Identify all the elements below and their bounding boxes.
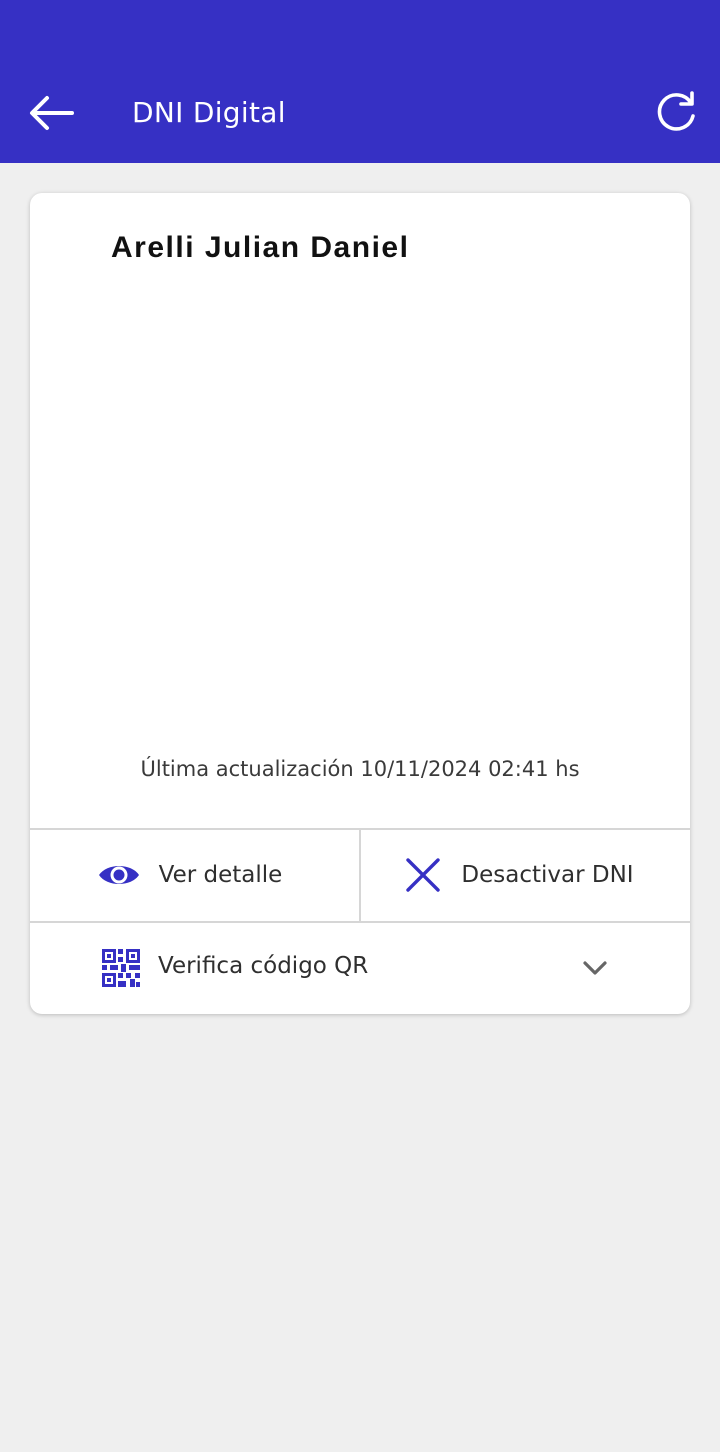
holder-name: Arelli Julian Daniel bbox=[111, 231, 410, 264]
deactivate-dni-button[interactable]: Desactivar DNI bbox=[361, 830, 690, 920]
verify-qr-button[interactable]: Verifica código QR bbox=[30, 923, 690, 1014]
verify-qr-label: Verifica código QR bbox=[158, 953, 369, 979]
back-button[interactable] bbox=[22, 84, 80, 142]
chevron-down-icon[interactable] bbox=[580, 953, 610, 983]
qr-code-icon bbox=[102, 949, 140, 987]
close-icon bbox=[406, 858, 441, 892]
dni-card: Arelli Julian Daniel Última actualizació… bbox=[30, 193, 690, 1014]
eye-icon bbox=[98, 866, 139, 884]
page-title: DNI Digital bbox=[132, 96, 286, 129]
refresh-button[interactable] bbox=[646, 82, 706, 142]
last-update-text: Última actualización 10/11/2024 02:41 hs bbox=[140, 757, 580, 781]
view-detail-button[interactable]: Ver detalle bbox=[30, 830, 359, 920]
refresh-icon bbox=[657, 91, 695, 131]
app-bar: DNI Digital bbox=[0, 0, 720, 163]
view-detail-label: Ver detalle bbox=[158, 862, 283, 888]
arrow-left-icon bbox=[30, 96, 74, 130]
deactivate-dni-label: Desactivar DNI bbox=[461, 862, 634, 888]
